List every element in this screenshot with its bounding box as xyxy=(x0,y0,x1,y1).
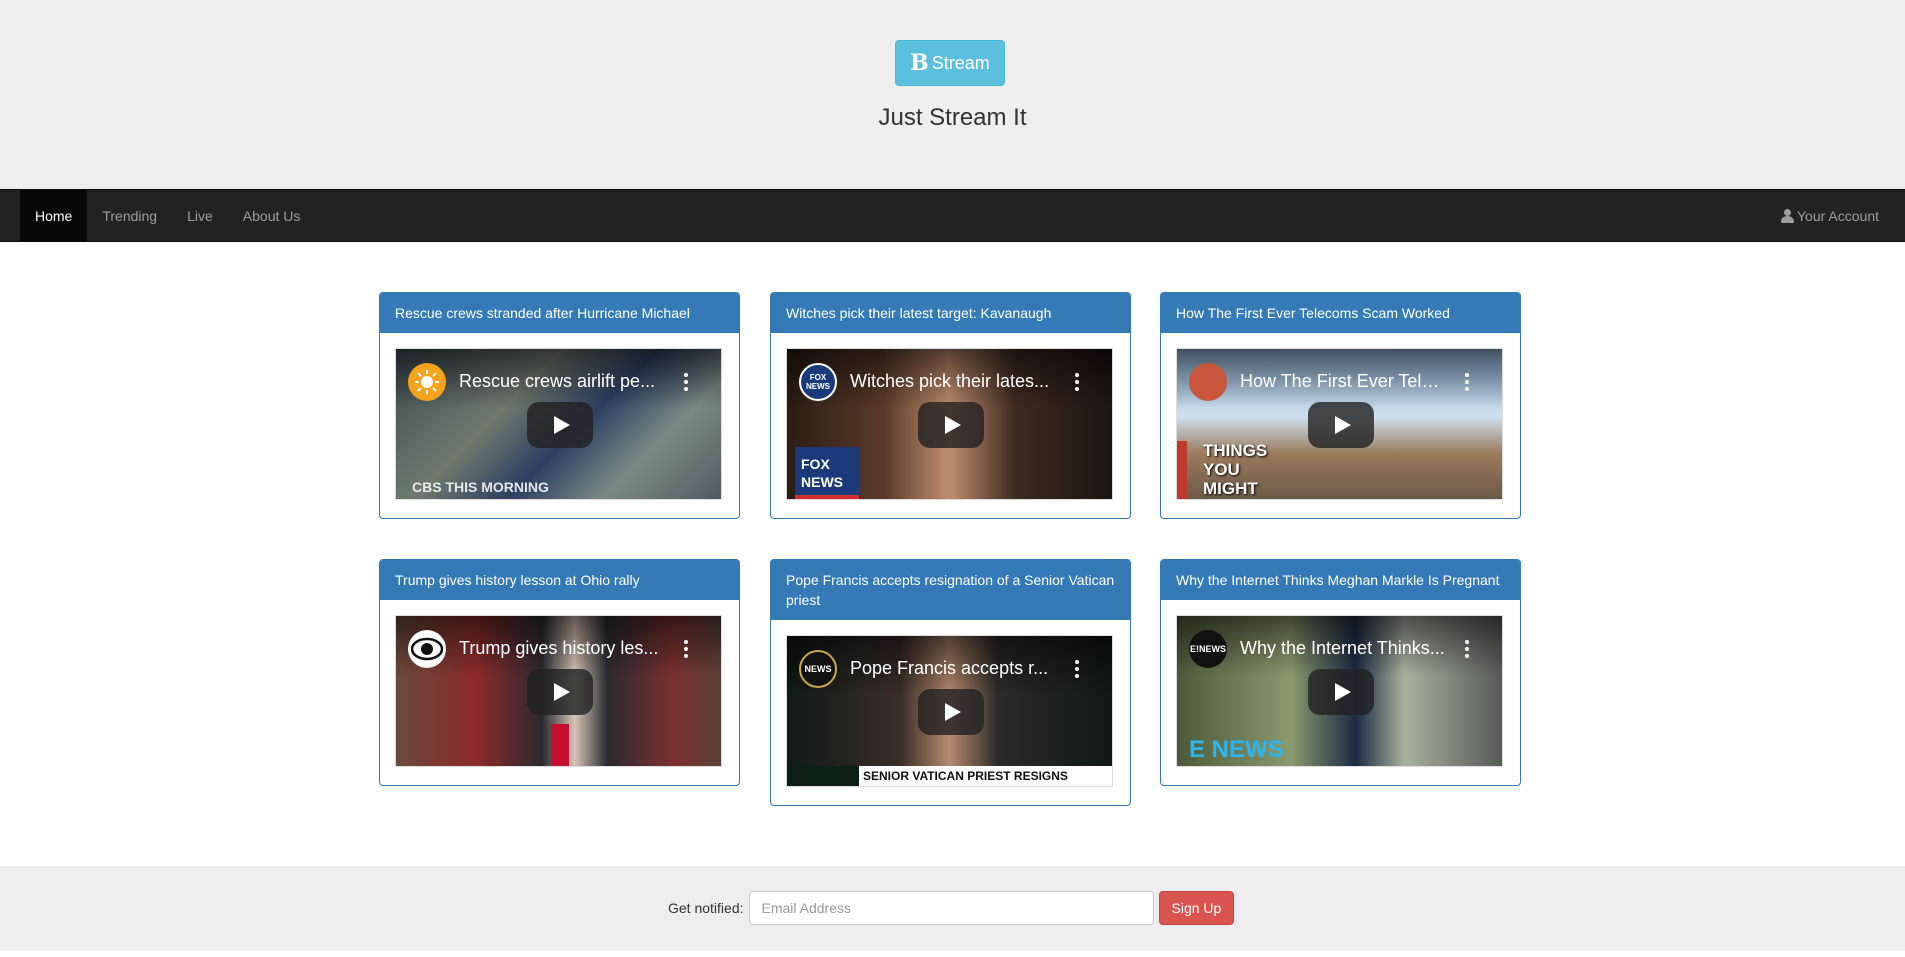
video-embed[interactable]: How The First Ever Tele... THINGS YOU MI… xyxy=(1176,348,1503,500)
channel-avatar[interactable] xyxy=(1189,363,1227,401)
video-overlay-text: SENIOR VATICAN PRIEST RESIGNS xyxy=(859,766,1112,786)
play-icon[interactable] xyxy=(527,669,593,715)
sign-up-button[interactable]: Sign Up xyxy=(1158,891,1235,925)
tagline: Just Stream It xyxy=(878,104,1027,131)
sabc-news-logo xyxy=(787,766,859,786)
email-input[interactable] xyxy=(748,891,1154,925)
nav-item-live[interactable]: Live xyxy=(172,190,228,241)
video-embed[interactable]: Rescue crews airlift pe... CBS THIS MORN… xyxy=(395,348,722,500)
channel-avatar[interactable] xyxy=(408,630,446,668)
nav-item-about-us[interactable]: About Us xyxy=(228,190,316,241)
video-card: How The First Ever Telecoms Scam Worked … xyxy=(1160,292,1521,519)
video-embed[interactable]: NEWS Pope Francis accepts r... SENIOR VA… xyxy=(786,635,1113,787)
logo-label: Stream xyxy=(931,52,990,73)
video-card-heading: How The First Ever Telecoms Scam Worked xyxy=(1161,293,1520,333)
video-embed-title[interactable]: Pope Francis accepts r... xyxy=(850,658,1055,679)
channel-avatar[interactable]: E!NEWS xyxy=(1189,630,1227,668)
notify-label: Get notified: xyxy=(668,900,744,916)
video-card: Witches pick their latest target: Kavana… xyxy=(770,292,1131,519)
channel-avatar[interactable]: FOX NEWS xyxy=(799,363,837,401)
account-label: Your Account xyxy=(1797,207,1879,224)
notify-form: Get notified: Sign Up xyxy=(668,891,1235,925)
account-link[interactable]: Your Account xyxy=(1781,190,1879,241)
video-overlay-text: THINGS YOU MIGHT NOT KNOW xyxy=(1177,441,1277,499)
video-embed[interactable]: FOX NEWS Witches pick their lates... FOX… xyxy=(786,348,1113,500)
video-card: Trump gives history lesson at Ohio rally… xyxy=(379,559,740,786)
video-embed-title[interactable]: Why the Internet Thinks... xyxy=(1240,638,1445,659)
video-overlay-text: FOX NEWS xyxy=(795,447,859,499)
video-embed-title[interactable]: Witches pick their lates... xyxy=(850,371,1055,392)
video-overlay-text: E NEWS xyxy=(1189,736,1284,763)
video-card: Pope Francis accepts resignation of a Se… xyxy=(770,559,1131,806)
more-options-icon[interactable] xyxy=(1465,640,1469,658)
video-card-heading: Trump gives history lesson at Ohio rally xyxy=(380,560,739,600)
more-options-icon[interactable] xyxy=(1075,373,1079,391)
video-card-heading: Rescue crews stranded after Hurricane Mi… xyxy=(380,293,739,333)
nav-item-home[interactable]: Home xyxy=(20,190,88,241)
play-icon[interactable] xyxy=(1308,669,1374,715)
play-icon[interactable] xyxy=(1308,402,1374,448)
more-options-icon[interactable] xyxy=(684,640,688,658)
video-embed-title[interactable]: How The First Ever Tele... xyxy=(1240,371,1445,392)
video-embed[interactable]: E!NEWS Why the Internet Thinks... E NEWS xyxy=(1176,615,1503,767)
play-icon[interactable] xyxy=(918,689,984,735)
video-overlay-text: CBS THIS MORNING xyxy=(412,479,549,495)
nav-item-trending[interactable]: Trending xyxy=(87,190,172,241)
play-icon[interactable] xyxy=(918,402,984,448)
red-tie-shape xyxy=(551,724,569,766)
play-icon[interactable] xyxy=(527,402,593,448)
video-card-heading: Why the Internet Thinks Meghan Markle Is… xyxy=(1161,560,1520,600)
more-options-icon[interactable] xyxy=(1075,660,1079,678)
video-embed-title[interactable]: Trump gives history les... xyxy=(459,638,664,659)
video-card-heading: Pope Francis accepts resignation of a Se… xyxy=(771,560,1130,620)
more-options-icon[interactable] xyxy=(684,373,688,391)
nav-list: Home Trending Live About Us xyxy=(20,190,315,241)
user-icon xyxy=(1781,208,1794,223)
video-card: Why the Internet Thinks Meghan Markle Is… xyxy=(1160,559,1521,786)
footer: Get notified: Sign Up xyxy=(0,866,1905,951)
logo-button[interactable]: B Stream xyxy=(895,40,1005,86)
logo-mark: B xyxy=(910,50,929,76)
more-options-icon[interactable] xyxy=(1465,373,1469,391)
video-card: Rescue crews stranded after Hurricane Mi… xyxy=(379,292,740,519)
channel-avatar[interactable] xyxy=(408,363,446,401)
video-embed-title[interactable]: Rescue crews airlift pe... xyxy=(459,371,664,392)
video-embed[interactable]: Trump gives history les... xyxy=(395,615,722,767)
header-jumbotron: B Stream Just Stream It xyxy=(0,0,1905,189)
channel-avatar[interactable]: NEWS xyxy=(799,650,837,688)
video-card-heading: Witches pick their latest target: Kavana… xyxy=(771,293,1130,333)
navbar: Home Trending Live About Us Your Account xyxy=(0,189,1905,242)
